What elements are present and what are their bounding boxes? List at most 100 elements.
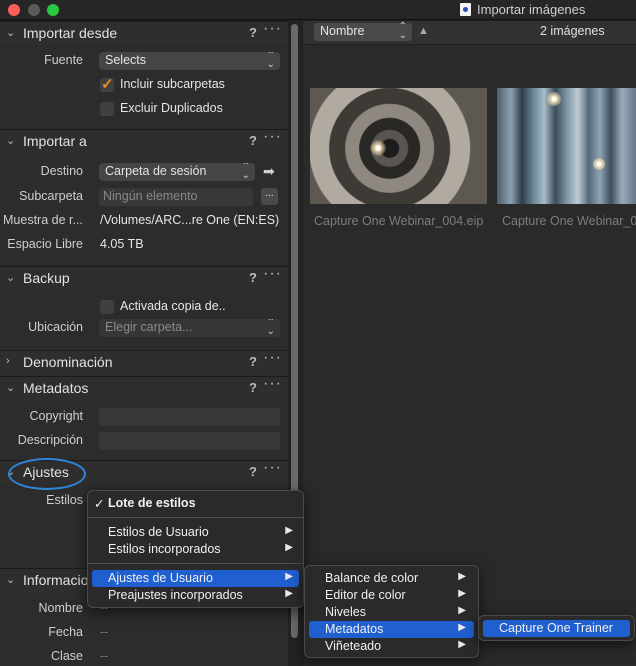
window-title-group: Importar imágenes bbox=[460, 2, 585, 17]
section-metadatos[interactable]: ⌄ Metadatos ? ··· bbox=[0, 375, 288, 400]
help-icon[interactable]: ? bbox=[249, 25, 257, 40]
section-backup[interactable]: ⌄ Backup ? ··· bbox=[0, 265, 288, 290]
destino-select[interactable]: Carpeta de sesión ⌃ ⌄ bbox=[99, 163, 255, 181]
menu-item-capture-one-trainer[interactable]: Capture One Trainer bbox=[483, 620, 630, 637]
section-title: Denominación bbox=[23, 354, 113, 370]
help-icon[interactable]: ? bbox=[249, 354, 257, 369]
ubicacion-select[interactable]: Elegir carpeta... ⌃ ⌄ bbox=[99, 319, 280, 337]
menu-item-preajustes-incorporados[interactable]: Preajustes incorporados ▶ bbox=[92, 587, 299, 604]
section-title: Importar a bbox=[23, 133, 87, 149]
chevron-down-icon[interactable]: ⌄ bbox=[6, 573, 15, 586]
more-options-icon[interactable]: ··· bbox=[263, 128, 282, 146]
menu-separator bbox=[88, 563, 303, 564]
thumbnail-caption: Capture One Webinar_0 bbox=[502, 214, 636, 228]
section-importar-desde[interactable]: ⌄ Importar desde ? ··· bbox=[0, 20, 288, 45]
subcarpeta-placeholder: Ningún elemento bbox=[103, 189, 198, 203]
more-options-icon[interactable]: ··· bbox=[263, 459, 282, 477]
submenu-arrow-icon: ▶ bbox=[458, 571, 466, 582]
more-options-icon[interactable]: ··· bbox=[263, 349, 282, 367]
subcarpeta-label: Subcarpeta bbox=[19, 189, 83, 203]
up-down-arrows-icon: ⌃ ⌄ bbox=[241, 163, 250, 181]
menu-item-niveles[interactable]: Niveles ▶ bbox=[309, 604, 474, 621]
ubicacion-placeholder: Elegir carpeta... bbox=[105, 320, 193, 334]
excluir-duplicados-checkbox[interactable] bbox=[100, 102, 114, 116]
more-options-icon[interactable]: ··· bbox=[263, 20, 282, 38]
help-icon[interactable]: ? bbox=[249, 380, 257, 395]
metadatos-submenu: Capture One Trainer bbox=[478, 615, 635, 641]
checkmark-icon: ✓ bbox=[101, 76, 114, 93]
sort-select[interactable]: Nombre ⌃ ⌄ bbox=[314, 21, 412, 41]
descripcion-field[interactable] bbox=[99, 432, 280, 450]
light-bulb bbox=[547, 92, 561, 106]
nombre-label: Nombre bbox=[38, 601, 83, 615]
go-to-destination-icon[interactable]: ➡ bbox=[263, 163, 275, 180]
menu-item-balance-de-color[interactable]: Balance de color ▶ bbox=[309, 570, 474, 587]
section-title: Importar desde bbox=[23, 25, 118, 41]
muestra-label: Muestra de r... bbox=[3, 213, 83, 227]
chevron-down-icon[interactable]: ⌄ bbox=[6, 271, 15, 284]
menu-item-label: Niveles bbox=[325, 605, 366, 619]
submenu-arrow-icon: ▶ bbox=[458, 639, 466, 650]
menu-item-metadatos[interactable]: Metadatos ▶ bbox=[309, 621, 474, 638]
up-down-arrows-icon: ⌃ ⌄ bbox=[398, 21, 407, 41]
destino-label: Destino bbox=[40, 164, 83, 178]
menu-item-label: Estilos incorporados bbox=[108, 542, 221, 556]
sort-direction-icon[interactable]: ▲ bbox=[418, 25, 429, 37]
espacio-libre-value: 4.05 TB bbox=[100, 237, 144, 251]
menu-item-editor-de-color[interactable]: Editor de color ▶ bbox=[309, 587, 474, 604]
copyright-field[interactable] bbox=[99, 408, 280, 426]
activada-copia-checkbox[interactable] bbox=[100, 300, 114, 314]
fecha-value: -- bbox=[100, 625, 109, 639]
section-title: Backup bbox=[23, 270, 70, 286]
more-options-icon[interactable]: ··· bbox=[263, 265, 282, 283]
incluir-subcarpetas-label: Incluir subcarpetas bbox=[120, 77, 225, 91]
help-icon[interactable]: ? bbox=[249, 464, 257, 479]
section-denominacion[interactable]: › Denominación ? ··· bbox=[0, 349, 288, 374]
fecha-label: Fecha bbox=[48, 625, 83, 639]
help-icon[interactable]: ? bbox=[249, 133, 257, 148]
clase-value: -- bbox=[100, 649, 109, 663]
ubicacion-label: Ubicación bbox=[28, 320, 83, 334]
chevron-down-icon[interactable]: ⌄ bbox=[6, 26, 15, 39]
menu-item-estilos-de-usuario[interactable]: Estilos de Usuario ▶ bbox=[92, 524, 299, 541]
menu-item-label: Viñeteado bbox=[325, 639, 382, 653]
incluir-subcarpetas-checkbox[interactable]: ✓ bbox=[100, 76, 114, 93]
submenu-arrow-icon: ▶ bbox=[458, 605, 466, 616]
submenu-arrow-icon: ▶ bbox=[458, 622, 466, 633]
chevron-right-icon[interactable]: › bbox=[6, 355, 10, 367]
browse-subcarpeta-button[interactable]: ... bbox=[261, 188, 278, 205]
submenu-arrow-icon: ▶ bbox=[285, 588, 293, 599]
chevron-down-icon[interactable]: ⌄ bbox=[6, 381, 15, 394]
submenu-arrow-icon: ▶ bbox=[285, 525, 293, 536]
clase-label: Clase bbox=[51, 649, 83, 663]
menu-item-vineteado[interactable]: Viñeteado ▶ bbox=[309, 638, 474, 655]
activada-copia-label: Activada copia de.. bbox=[120, 299, 226, 313]
descripcion-label: Descripción bbox=[17, 433, 83, 447]
thumbnail-image[interactable] bbox=[310, 88, 487, 204]
subcarpeta-field[interactable]: Ningún elemento bbox=[99, 188, 253, 206]
close-window-button[interactable] bbox=[8, 4, 20, 16]
fuente-select[interactable]: Selects ⌃ ⌄ bbox=[99, 52, 280, 70]
chevron-down-icon[interactable]: ⌄ bbox=[6, 134, 15, 147]
checkmark-icon: ✓ bbox=[94, 497, 105, 511]
menu-item-label: Balance de color bbox=[325, 571, 419, 585]
light-bulb bbox=[593, 158, 605, 170]
menu-item-label: Capture One Trainer bbox=[499, 621, 613, 635]
document-icon bbox=[460, 3, 471, 16]
menu-item-ajustes-de-usuario[interactable]: Ajustes de Usuario ▶ bbox=[92, 570, 299, 587]
section-importar-a[interactable]: ⌄ Importar a ? ··· bbox=[0, 128, 288, 153]
light-bulb bbox=[370, 140, 386, 156]
help-icon[interactable]: ? bbox=[249, 270, 257, 285]
submenu-arrow-icon: ▶ bbox=[285, 571, 293, 582]
menu-separator bbox=[88, 517, 303, 518]
thumbnail-image[interactable] bbox=[497, 88, 636, 204]
up-down-arrows-icon: ⌃ ⌄ bbox=[266, 52, 275, 70]
menu-item-lote-de-estilos[interactable]: ✓ Lote de estilos bbox=[92, 495, 299, 512]
menu-item-label: Editor de color bbox=[325, 588, 406, 602]
menu-item-estilos-incorporados[interactable]: Estilos incorporados ▶ bbox=[92, 541, 299, 558]
more-options-icon[interactable]: ··· bbox=[263, 375, 282, 393]
estilos-label: Estilos bbox=[46, 493, 83, 507]
zoom-window-button[interactable] bbox=[47, 4, 59, 16]
espacio-libre-label: Espacio Libre bbox=[7, 237, 83, 251]
minimize-window-button[interactable] bbox=[28, 4, 40, 16]
